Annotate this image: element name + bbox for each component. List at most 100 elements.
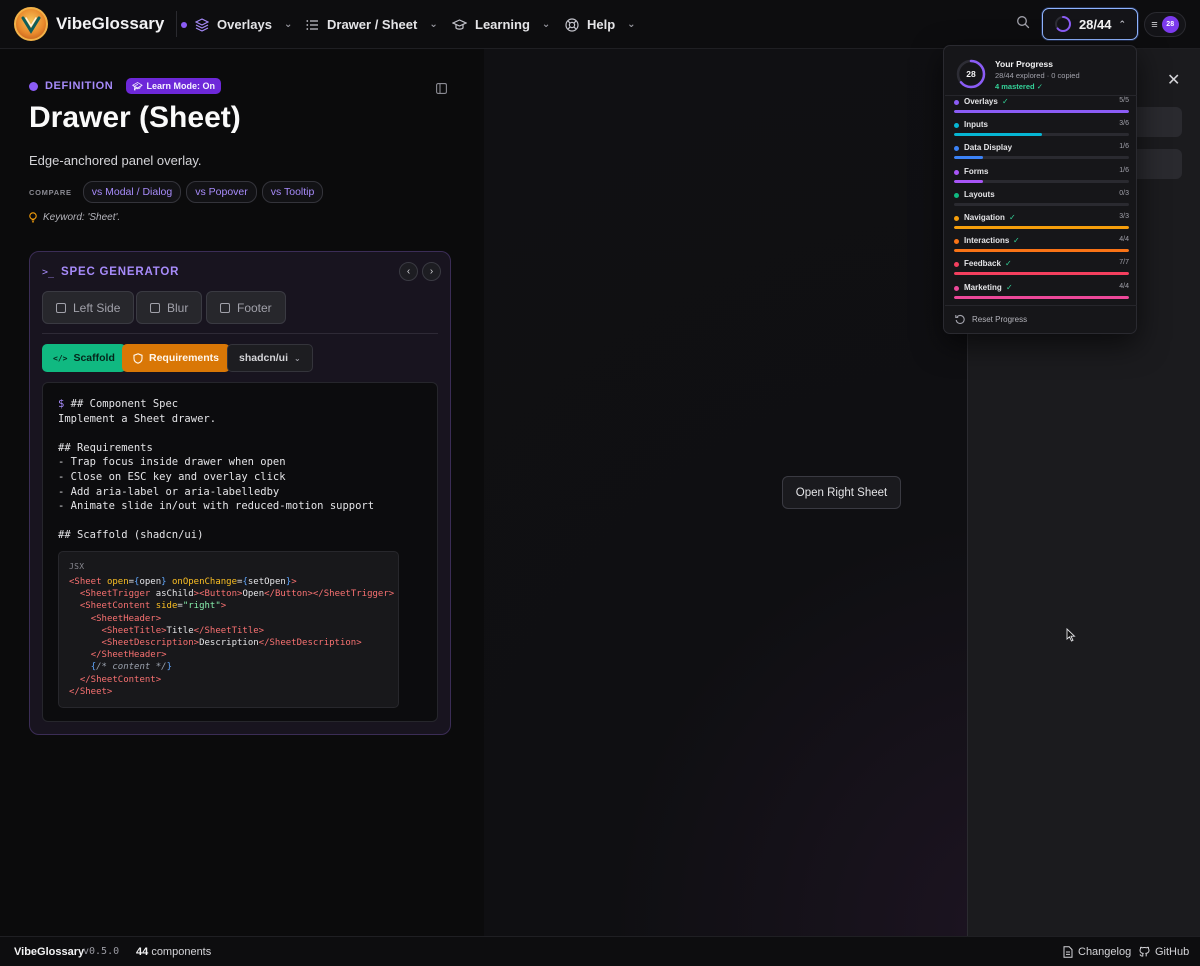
category-row-overlays[interactable]: Overlays ✓ 5/5 [954, 97, 1129, 118]
shield-icon [133, 352, 143, 364]
check-icon: ✓ [1002, 97, 1009, 106]
keyword-text: Keyword: 'Sheet'. [43, 212, 121, 223]
category-dot-icon [954, 285, 959, 291]
logo-icon [14, 7, 48, 41]
code-icon: </> [53, 353, 68, 363]
category-count: 1/6 [1119, 143, 1129, 151]
spec-output[interactable]: $ ## Component Spec Implement a Sheet dr… [42, 382, 438, 722]
open-right-sheet-button[interactable]: Open Right Sheet [782, 476, 901, 509]
category-row-feedback[interactable]: Feedback ✓ 7/7 [954, 259, 1129, 280]
progress-title: Your Progress [995, 59, 1053, 69]
category-dot-icon [954, 216, 959, 221]
toggle-blur[interactable]: Blur [136, 291, 203, 324]
requirements-button[interactable]: Requirements [122, 344, 231, 372]
search-button[interactable] [1016, 15, 1034, 33]
code-line: - Animate slide in/out with reduced-moti… [58, 500, 375, 513]
chevron-down-icon: ⌄ [541, 19, 551, 30]
changelog-link[interactable]: Changelog [1063, 946, 1131, 958]
lightbulb-icon [29, 212, 37, 223]
spec-prev-button[interactable]: ‹ [399, 262, 418, 281]
category-count: 0/3 [1119, 189, 1129, 197]
category-progress-fill [954, 295, 1129, 299]
category-progress-fill [954, 156, 984, 160]
component-count-number: 44 [136, 945, 149, 958]
brand[interactable]: VibeGlossary [0, 0, 178, 48]
reset-icon [955, 314, 965, 324]
chevron-down-icon: ⌄ [627, 19, 636, 30]
changelog-label: Changelog [1078, 945, 1132, 958]
category-row-marketing[interactable]: Marketing ✓ 4/4 [954, 282, 1129, 304]
category-dot-icon [954, 239, 959, 245]
toggle-left-side-label: Left Side [73, 300, 121, 315]
category-row-forms[interactable]: Forms 1/6 [954, 167, 1129, 188]
spec-next-button[interactable]: › [422, 262, 441, 281]
chevron-down-icon: ⌄ [429, 19, 438, 30]
category-row-navigation[interactable]: Navigation ✓ 3/3 [954, 213, 1129, 234]
category-count: 3/6 [1119, 120, 1129, 128]
category-row-data-display[interactable]: Data Display 1/6 [954, 143, 1129, 164]
compare-chip-modal[interactable]: vs Modal / Dialog [82, 181, 182, 203]
scaffold-button[interactable]: </> Scaffold [42, 344, 126, 372]
checkbox-icon [220, 302, 230, 313]
demo-preview-area: Open Right Sheet [484, 49, 967, 936]
checkbox-icon [150, 302, 160, 313]
progress-button[interactable]: 28/44 ⌃ [1042, 8, 1138, 40]
category-name: Marketing [964, 282, 1002, 292]
reset-progress-button[interactable]: Reset Progress [955, 314, 1027, 324]
terminal-icon: >_ [42, 266, 55, 278]
toggle-left-side[interactable]: Left Side [42, 291, 135, 324]
panel-collapse-icon[interactable] [436, 81, 448, 94]
toggle-footer[interactable]: Footer [206, 291, 286, 324]
category-dot-icon [954, 146, 959, 152]
github-link[interactable]: GitHub [1139, 946, 1189, 958]
menu-button[interactable]: ≡ 28 [1144, 12, 1186, 37]
category-name: Interactions [964, 236, 1010, 246]
chevron-left-icon: ‹ [406, 266, 411, 277]
learn-mode-badge[interactable]: 🎓︎ Learn Mode: On [126, 78, 222, 94]
category-progress-bar [954, 156, 1129, 160]
jsx-snippet[interactable]: JSX <Sheet open={open} onOpenChange={set… [58, 551, 399, 708]
chevron-up-icon: ⌃ [1118, 18, 1127, 29]
code-line: ## Requirements [58, 441, 153, 454]
active-dot-icon [181, 21, 187, 28]
spec-generator-card: >_ SPEC GENERATOR ‹ › Left Side Blur Foo… [29, 251, 451, 735]
category-name: Data Display [964, 143, 1013, 153]
code-line: - Add aria-label or aria-labelledby [58, 485, 280, 498]
layers-icon [195, 17, 209, 32]
progress-ring-icon [1054, 16, 1071, 32]
footer-version: v0.5.0 [83, 946, 120, 957]
chevron-down-icon: ⌄ [294, 353, 301, 363]
category-row-layouts[interactable]: Layouts 0/3 [954, 189, 1129, 211]
category-progress-fill [954, 179, 984, 183]
progress-popover: 28 Your Progress 28/44 explored · 0 copi… [943, 45, 1137, 334]
search-icon [1017, 16, 1030, 29]
compare-chip-popover[interactable]: vs Popover [186, 181, 257, 203]
nav-learning-label: Learning [475, 17, 530, 32]
progress-ring-value: 28 [966, 69, 976, 79]
category-name: Navigation [964, 213, 1005, 222]
library-select[interactable]: shadcn/ui ⌄ [227, 344, 313, 372]
nav-help[interactable]: Help ⌄ [565, 0, 636, 49]
popover-divider [945, 95, 1137, 96]
github-icon [1139, 946, 1150, 957]
mouse-cursor-icon [1066, 628, 1076, 642]
nav-learning[interactable]: Learning ⌄ [452, 0, 550, 49]
nav-overlays[interactable]: Overlays ⌄ [181, 0, 292, 49]
brand-divider [176, 11, 178, 37]
close-icon[interactable]: ✕ [1167, 70, 1180, 90]
category-row-inputs[interactable]: Inputs 3/6 [954, 120, 1129, 141]
learn-mode-label: Learn Mode: On [146, 81, 216, 91]
category-count: 4/4 [1119, 282, 1129, 290]
category-dot-icon [954, 169, 959, 175]
definition-panel: DEFINITION 🎓︎ Learn Mode: On Drawer (She… [0, 49, 484, 936]
category-row-interactions[interactable]: Interactions ✓ 4/4 [954, 236, 1129, 257]
code-line: ## Component Spec [70, 398, 179, 410]
compare-chip-tooltip[interactable]: vs Tooltip [261, 181, 324, 203]
category-name: Overlays [964, 97, 998, 106]
category-progress-bar [954, 226, 1129, 229]
check-icon: ✓ [1006, 282, 1013, 292]
code-line: - Trap focus inside drawer when open [58, 456, 286, 469]
top-navigation: VibeGlossary Overlays ⌄ Drawer / Sheet ⌄… [0, 0, 1200, 49]
nav-drawer-sheet[interactable]: Drawer / Sheet ⌄ [306, 0, 438, 49]
category-progress-fill [954, 226, 1129, 229]
